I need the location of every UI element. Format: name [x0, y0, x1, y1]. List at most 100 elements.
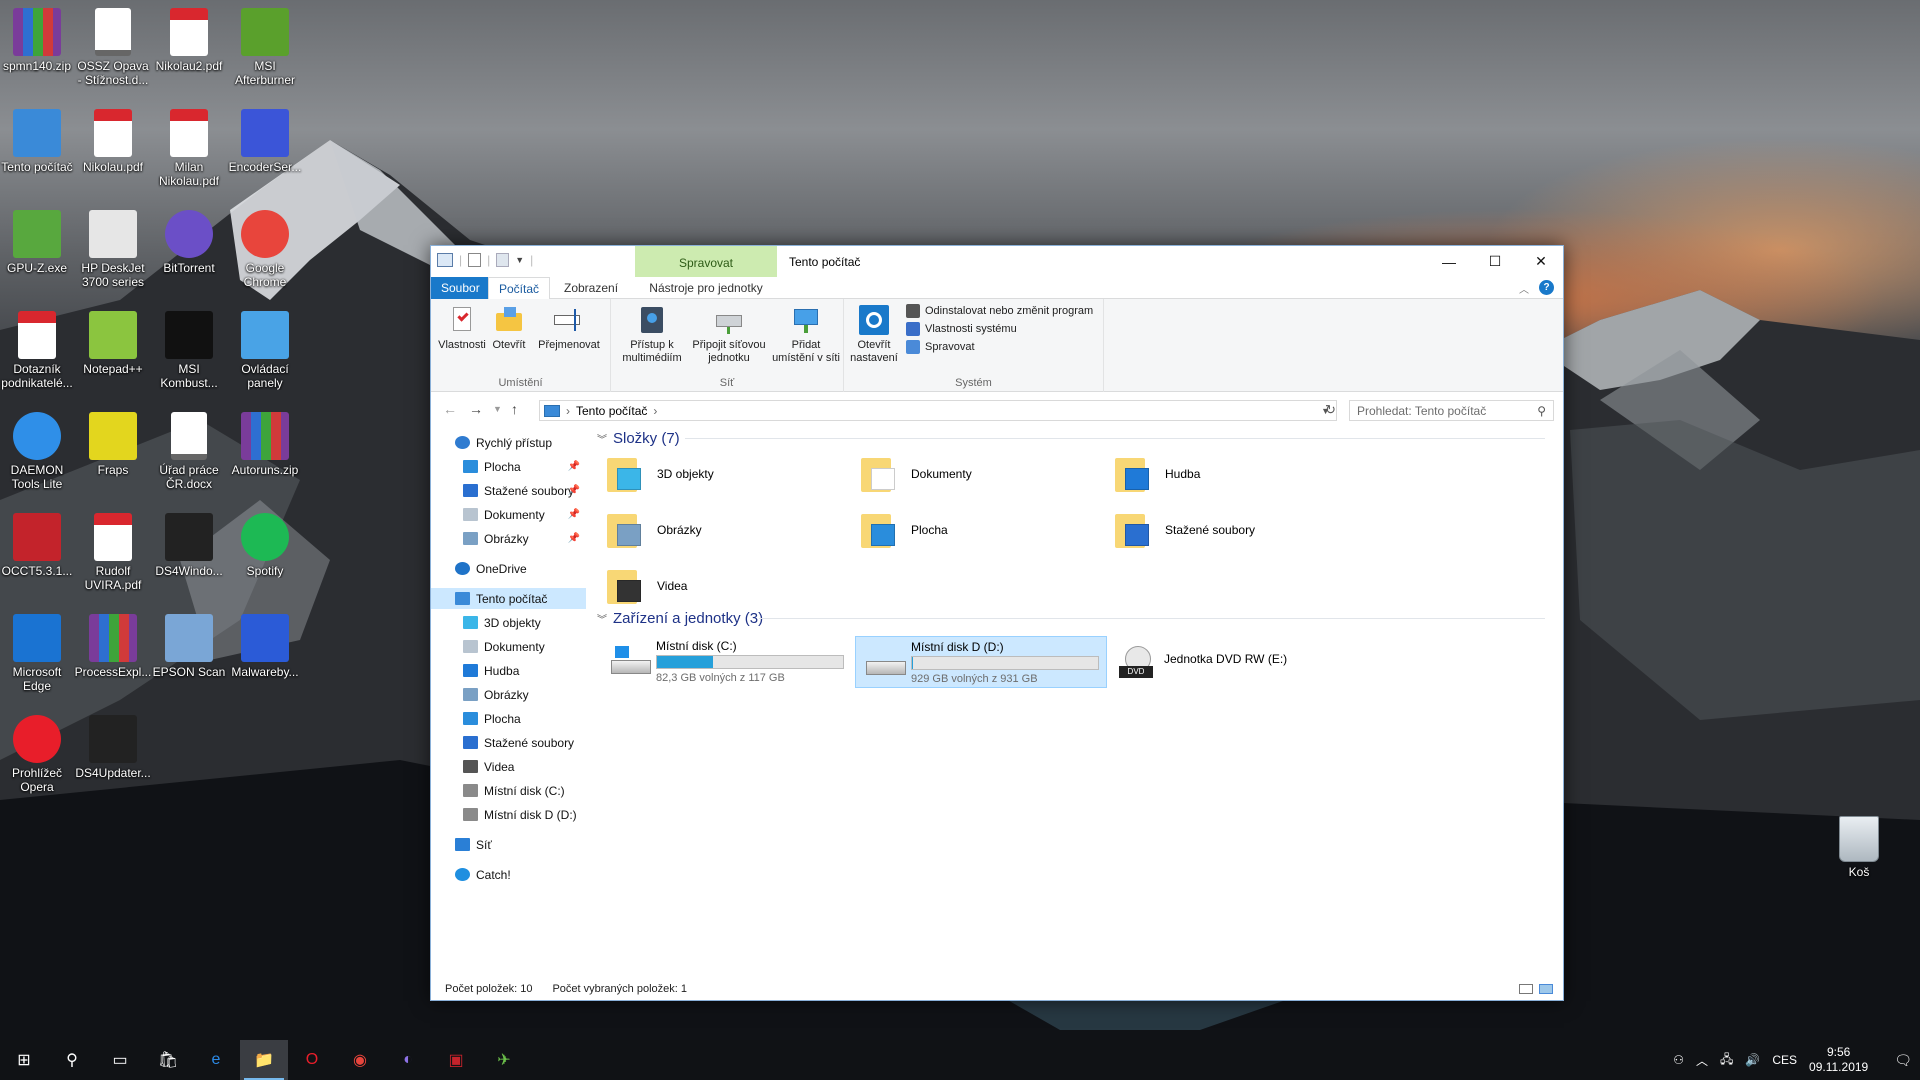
folder-item[interactable]: 3D objekty [607, 450, 847, 498]
devices-section-header[interactable]: ︾ Zařízení a jednotky (3) [597, 608, 763, 628]
desktop-icon[interactable]: Nikolau2.pdf [150, 8, 228, 73]
volume-icon[interactable]: 🔊 [1745, 1053, 1760, 1067]
sidebar-item[interactable]: Obrázky 📌 [431, 528, 586, 549]
sidebar-item[interactable]: Hudba [431, 660, 586, 681]
taskbar-afterburner[interactable]: ✈ [480, 1040, 528, 1080]
breadcrumb[interactable]: Tento počítač [576, 404, 647, 418]
drive-item[interactable]: DVD Jednotka DVD RW (E:) [1109, 636, 1361, 688]
sidebar-item[interactable]: Místní disk (C:) [431, 780, 586, 801]
recent-locations-button[interactable]: ▼ [493, 404, 502, 414]
desktop-icon[interactable]: EPSON Scan [150, 614, 228, 679]
refresh-icon[interactable]: ↻ [1325, 402, 1336, 418]
folder-item[interactable]: Stažené soubory [1115, 506, 1355, 554]
tab-view[interactable]: Zobrazení [554, 277, 628, 299]
sidebar-item[interactable]: Videa [431, 756, 586, 777]
desktop-icon[interactable]: EncoderSer... [226, 109, 304, 174]
desktop-icon[interactable]: Notepad++ [74, 311, 152, 376]
sidebar-item[interactable]: Obrázky [431, 684, 586, 705]
collapse-ribbon-icon[interactable]: ︿ [1519, 281, 1529, 296]
desktop-icon[interactable]: MSI Kombust... [150, 311, 228, 390]
media-access-button[interactable]: Přístup k multimédiím [617, 305, 687, 365]
taskbar-opera[interactable]: O [288, 1040, 336, 1080]
properties-quick-icon[interactable] [468, 253, 482, 267]
close-button[interactable]: ✕ [1518, 246, 1564, 277]
system-properties-button[interactable]: Vlastnosti systému [906, 319, 1017, 339]
folder-item[interactable]: Hudba [1115, 450, 1355, 498]
help-icon[interactable]: ? [1539, 280, 1554, 295]
add-network-location-button[interactable]: Přidat umístění v síti [771, 305, 841, 365]
taskbar-occt[interactable]: ▣ [432, 1040, 480, 1080]
uninstall-program-button[interactable]: Odinstalovat nebo změnit program [906, 301, 1093, 321]
sidebar-item[interactable]: Síť [431, 834, 586, 855]
taskbar-explorer[interactable]: 📁 [240, 1040, 288, 1080]
desktop-icon[interactable]: Milan Nikolau.pdf [150, 109, 228, 188]
taskbar-chrome[interactable]: ◉ [336, 1040, 384, 1080]
desktop-icon[interactable]: DS4Windo... [150, 513, 228, 578]
action-center-icon[interactable]: 🗨 [1894, 1052, 1912, 1069]
taskbar-bittorrent[interactable]: ◐ [384, 1040, 432, 1080]
folder-item[interactable]: Videa [607, 562, 847, 610]
sidebar-item[interactable]: Catch! [431, 864, 586, 885]
forward-button[interactable]: → [469, 401, 483, 417]
manage-button[interactable]: Spravovat [906, 337, 975, 357]
desktop-icon[interactable]: Rudolf UVIRA.pdf [74, 513, 152, 592]
desktop-icon[interactable]: OCCT5.3.1... [0, 513, 76, 578]
network-icon[interactable]: 🖧 [1720, 1050, 1733, 1071]
sidebar-item[interactable]: Tento počítač [431, 588, 586, 609]
desktop-icon[interactable]: OSSZ Opava - Stížnost.d... [74, 8, 152, 87]
drive-item[interactable]: Místní disk D (D:) 929 GB volných z 931 G… [855, 636, 1107, 688]
desktop-icon[interactable]: Dotazník podnikatelé... [0, 311, 76, 390]
language-indicator[interactable]: CES [1772, 1053, 1797, 1067]
desktop-icon[interactable]: Úřad práce ČR.docx [150, 412, 228, 491]
folders-section-header[interactable]: ︾ Složky (7) [597, 428, 680, 448]
properties-button[interactable]: Vlastnosti [437, 305, 487, 352]
desktop-icon[interactable]: Autoruns.zip [226, 412, 304, 477]
desktop-icon[interactable]: Spotify [226, 513, 304, 578]
tab-drive-tools[interactable]: Nástroje pro jednotky [635, 277, 777, 299]
large-icons-view-icon[interactable] [1539, 984, 1553, 994]
taskbar-store[interactable]: 🛍 [144, 1040, 192, 1080]
desktop-icon[interactable]: Malwareby... [226, 614, 304, 679]
desktop-icon[interactable]: Google Chrome [226, 210, 304, 289]
sidebar-item[interactable]: Místní disk D (D:) [431, 804, 586, 825]
folder-item[interactable]: Dokumenty [861, 450, 1101, 498]
drive-item[interactable]: Místní disk (C:) 82,3 GB volných z 117 GB [601, 636, 853, 688]
folder-item[interactable]: Plocha [861, 506, 1101, 554]
desktop-icon[interactable]: BitTorrent [150, 210, 228, 275]
search-input[interactable]: Prohledat: Tento počítač ⚲ [1349, 400, 1554, 421]
desktop-icon[interactable]: spmn140.zip [0, 8, 76, 73]
open-button[interactable]: Otevřít [489, 305, 529, 352]
desktop-icon[interactable]: MSI Afterburner [226, 8, 304, 87]
desktop-icon[interactable]: GPU-Z.exe [0, 210, 76, 275]
address-box[interactable]: › Tento počítač › ▼ [539, 400, 1337, 421]
tab-computer[interactable]: Počítač [488, 277, 551, 300]
sidebar-item[interactable]: Stažené soubory [431, 732, 586, 753]
desktop-icon[interactable]: HP DeskJet 3700 series [74, 210, 152, 289]
details-view-icon[interactable] [1519, 984, 1533, 994]
sidebar-item[interactable]: Plocha 📌 [431, 456, 586, 477]
back-button[interactable]: ← [443, 401, 457, 417]
desktop-icon[interactable]: Tento počítač [0, 109, 76, 174]
folder-item[interactable]: Obrázky [607, 506, 847, 554]
desktop-icon[interactable]: ProcessExpl... [74, 614, 152, 679]
open-settings-button[interactable]: Otevřít nastavení [848, 305, 900, 365]
start-button[interactable]: ⊞ [0, 1040, 48, 1080]
sidebar-item[interactable]: OneDrive [431, 558, 586, 579]
sidebar-item[interactable]: Rychlý přístup [431, 432, 586, 453]
desktop-icon[interactable]: Ovládací panely [226, 311, 304, 390]
people-icon[interactable]: ⚇ [1673, 1053, 1684, 1067]
search-button[interactable]: ⚲ [48, 1040, 96, 1080]
minimize-button[interactable]: — [1426, 246, 1472, 277]
taskbar-edge[interactable]: e [192, 1040, 240, 1080]
task-view-button[interactable]: ▭ [96, 1040, 144, 1080]
sidebar-item[interactable]: Dokumenty 📌 [431, 504, 586, 525]
rename-button[interactable]: Přejmenovat [531, 305, 607, 352]
desktop-icon[interactable]: DAEMON Tools Lite [0, 412, 76, 491]
clock[interactable]: 9:56 09.11.2019 [1809, 1045, 1868, 1075]
desktop-icon[interactable]: Nikolau.pdf [74, 109, 152, 174]
sidebar-item[interactable]: Dokumenty [431, 636, 586, 657]
map-drive-button[interactable]: Připojit síťovou jednotku [689, 305, 769, 365]
desktop-icon[interactable]: Microsoft Edge [0, 614, 76, 693]
new-folder-quick-icon[interactable] [496, 253, 510, 267]
desktop-icon[interactable]: DS4Updater... [74, 715, 152, 780]
